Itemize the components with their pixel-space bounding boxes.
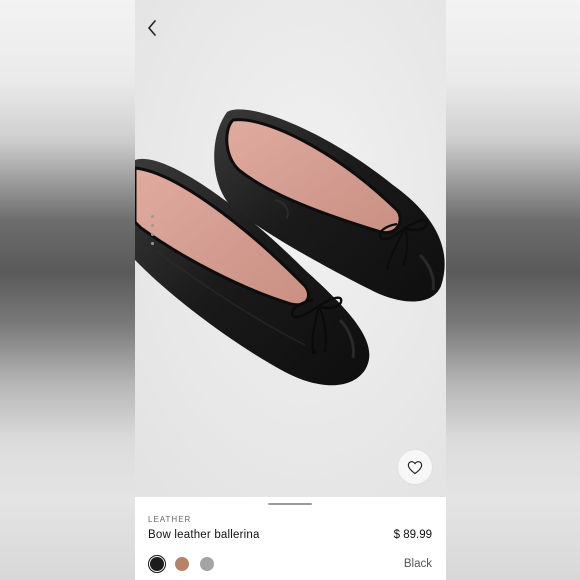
swatch-fill <box>200 557 214 571</box>
shoe-illustration <box>135 0 446 500</box>
pagination-dot <box>151 215 154 218</box>
product-price: $ 89.99 <box>393 529 432 541</box>
color-swatch-black[interactable] <box>148 555 166 573</box>
product-category: LEATHER <box>148 515 192 524</box>
swatch-fill <box>175 557 189 571</box>
back-button[interactable] <box>143 14 161 42</box>
pagination-dot <box>151 233 154 236</box>
color-swatch-tan[interactable] <box>173 555 191 573</box>
favorite-button[interactable] <box>398 450 432 484</box>
selected-color-name: Black <box>403 558 432 570</box>
pagination-dot <box>151 224 154 227</box>
product-info-sheet: LEATHER Bow leather ballerina $ 89.99 Bl… <box>135 497 446 580</box>
swatch-fill <box>150 557 164 571</box>
product-image[interactable] <box>135 0 446 500</box>
color-swatches <box>148 555 216 575</box>
image-pagination-dots <box>150 215 156 259</box>
color-swatch-grey[interactable] <box>198 555 216 573</box>
phone-screen: LEATHER Bow leather ballerina $ 89.99 Bl… <box>135 0 446 580</box>
heart-icon <box>407 460 423 474</box>
sheet-drag-handle[interactable] <box>268 503 312 505</box>
product-name: Bow leather ballerina <box>148 529 260 541</box>
pagination-dot <box>151 242 154 245</box>
chevron-left-icon <box>148 20 156 36</box>
